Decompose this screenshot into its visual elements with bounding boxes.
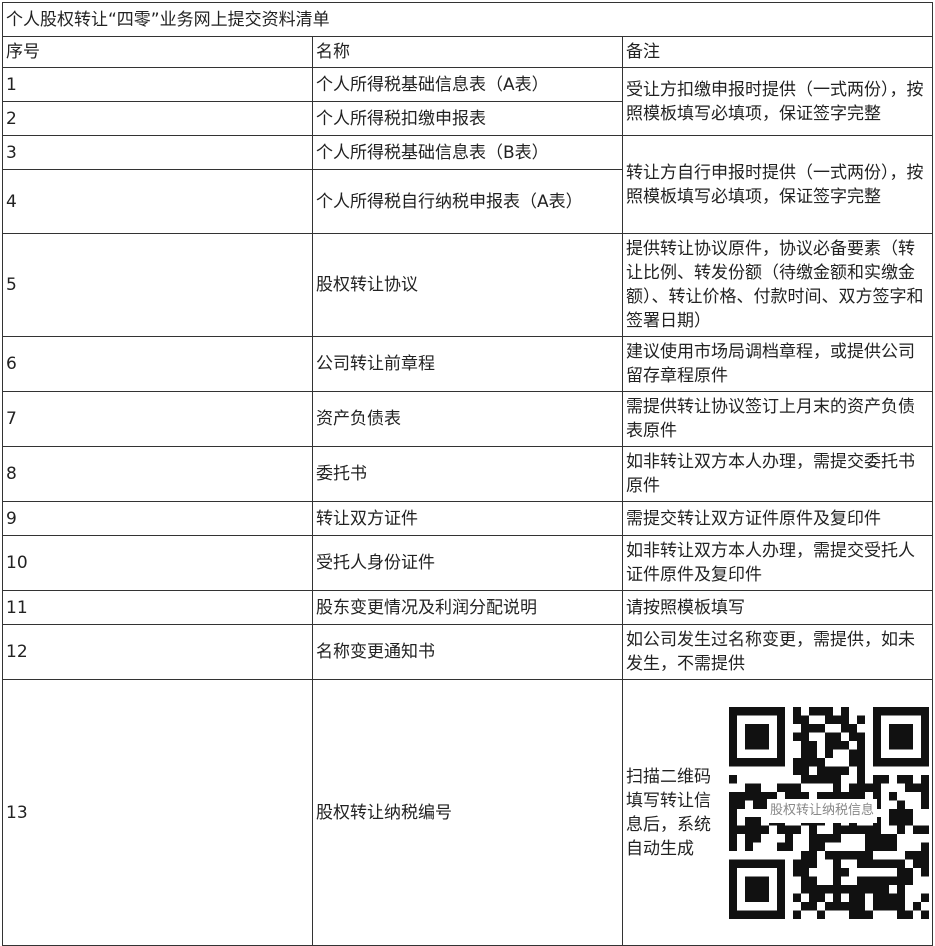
header-no: 序号 xyxy=(2,36,313,68)
materials-table: 个人股权转让“四零”业务网上提交资料清单 序号 名称 备注 1 个人所得税基础信… xyxy=(2,2,933,946)
row-no: 10 xyxy=(2,535,313,591)
row-note: 转让方自行申报时提供（一式两份），按照模板填写必填项，保证签字完整 xyxy=(622,135,933,234)
row-no: 12 xyxy=(2,624,313,680)
table-title: 个人股权转让“四零”业务网上提交资料清单 xyxy=(2,2,933,37)
table-row: 13 股权转让纳税编号 扫描二维码填写转让信息后，系统自动生成 股权转让纳税信息 xyxy=(2,679,933,946)
table-row: 1 个人所得税基础信息表（A表） 受让方扣缴申报时提供（一式两份），按照模板填写… xyxy=(2,67,933,136)
table-row: 8 委托书 如非转让双方本人办理，需提交委托书原件 xyxy=(2,446,933,502)
row-name: 个人所得税自行纳税申报表（A表） xyxy=(312,169,623,234)
row-note: 如非转让双方本人办理，需提交受托人证件原件及复印件 xyxy=(622,535,933,591)
row-name: 个人所得税扣缴申报表 xyxy=(312,101,623,136)
row-no: 2 xyxy=(2,101,313,136)
row-no: 3 xyxy=(2,135,313,170)
row-name: 个人所得税基础信息表（A表） xyxy=(312,67,623,102)
header-name: 名称 xyxy=(312,36,623,68)
row-name: 个人所得税基础信息表（B表） xyxy=(312,135,623,170)
row-no: 1 xyxy=(2,67,313,102)
row-name: 公司转让前章程 xyxy=(312,336,623,392)
table-row: 5 股权转让协议 提供转让协议原件，协议必备要素（转让比例、转发份额（待缴金额和… xyxy=(2,233,933,337)
row-no: 5 xyxy=(2,233,313,337)
row-note: 请按照模板填写 xyxy=(622,590,933,625)
qr-label: 股权转让纳税信息 xyxy=(767,798,878,823)
table-row: 12 名称变更通知书 如公司发生过名称变更，需提供，如未发生，不需提供 xyxy=(2,624,933,680)
table-row: 3 个人所得税基础信息表（B表） 转让方自行申报时提供（一式两份），按照模板填写… xyxy=(2,135,933,234)
row-note: 扫描二维码填写转让信息后，系统自动生成 xyxy=(626,766,711,859)
row-no: 7 xyxy=(2,391,313,447)
table-row: 10 受托人身份证件 如非转让双方本人办理，需提交受托人证件原件及复印件 xyxy=(2,535,933,591)
table-row: 11 股东变更情况及利润分配说明 请按照模板填写 xyxy=(2,590,933,625)
row-name: 股权转让纳税编号 xyxy=(312,679,623,946)
row-name: 名称变更通知书 xyxy=(312,624,623,680)
row-note: 建议使用市场局调档章程，或提供公司留存章程原件 xyxy=(622,336,933,392)
row-name: 受托人身份证件 xyxy=(312,535,623,591)
table-row: 9 转让双方证件 需提交转让双方证件原件及复印件 xyxy=(2,501,933,536)
qr-code[interactable]: 股权转让纳税信息 xyxy=(729,706,929,919)
row-name: 股权转让协议 xyxy=(312,233,623,337)
row-note: 需提交转让双方证件原件及复印件 xyxy=(622,501,933,536)
row-note: 受让方扣缴申报时提供（一式两份），按照模板填写必填项，保证签字完整 xyxy=(622,67,933,136)
row-name: 委托书 xyxy=(312,446,623,502)
header-note: 备注 xyxy=(622,36,933,68)
row-note: 提供转让协议原件，协议必备要素（转让比例、转发份额（待缴金额和实缴金额）、转让价… xyxy=(622,233,933,337)
row-name: 股东变更情况及利润分配说明 xyxy=(312,590,623,625)
row-note: 如公司发生过名称变更，需提供，如未发生，不需提供 xyxy=(622,624,933,680)
row-note: 需提供转让协议签订上月末的资产负债表原件 xyxy=(622,391,933,447)
row-note: 如非转让双方本人办理，需提交委托书原件 xyxy=(622,446,933,502)
row-note-with-qr: 扫描二维码填写转让信息后，系统自动生成 股权转让纳税信息 xyxy=(622,679,933,946)
table-row: 7 资产负债表 需提供转让协议签订上月末的资产负债表原件 xyxy=(2,391,933,447)
row-no: 9 xyxy=(2,501,313,536)
row-no: 13 xyxy=(2,679,313,946)
row-name: 资产负债表 xyxy=(312,391,623,447)
row-no: 6 xyxy=(2,336,313,392)
table-row: 6 公司转让前章程 建议使用市场局调档章程，或提供公司留存章程原件 xyxy=(2,336,933,392)
row-no: 8 xyxy=(2,446,313,502)
row-name: 转让双方证件 xyxy=(312,501,623,536)
row-no: 4 xyxy=(2,169,313,234)
row-no: 11 xyxy=(2,590,313,625)
